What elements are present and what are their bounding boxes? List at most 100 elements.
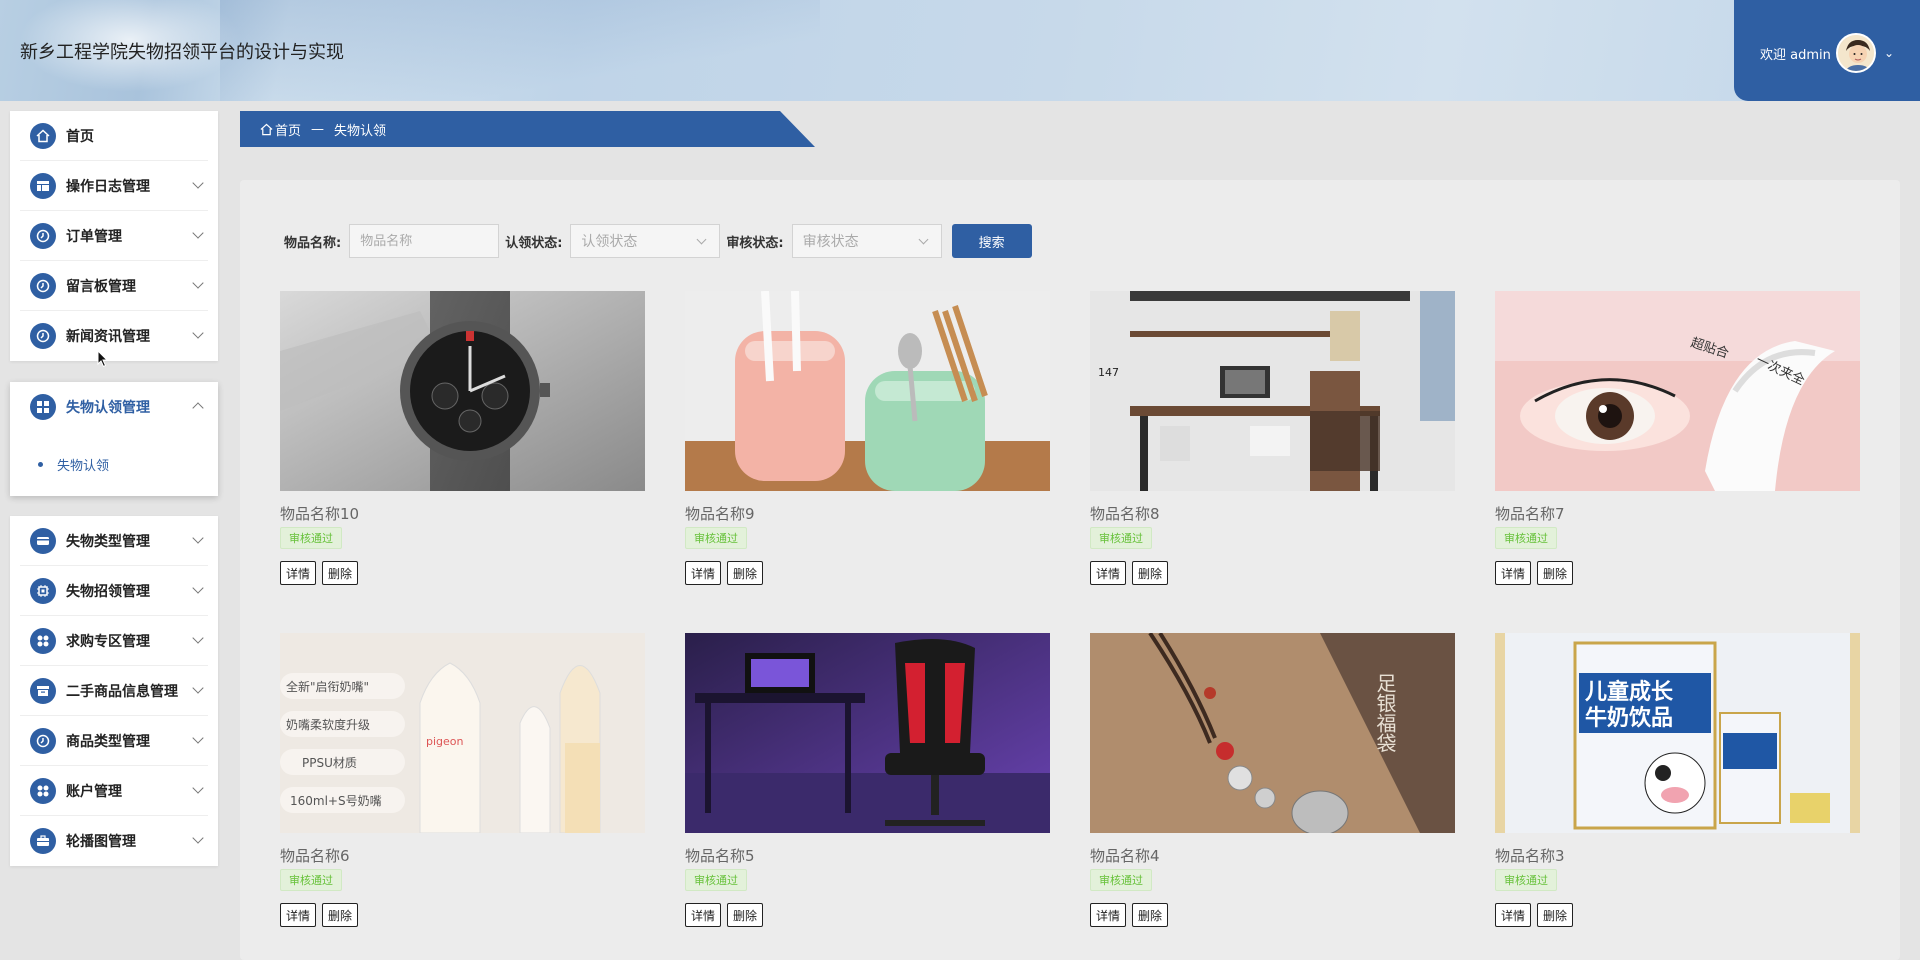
- item-name-input[interactable]: [349, 224, 500, 258]
- item-name: 物品名称4: [1090, 847, 1160, 865]
- chevron-down-icon: [192, 227, 204, 239]
- delete-button[interactable]: 删除: [1537, 561, 1574, 585]
- item-image-desk[interactable]: 147: [1090, 291, 1455, 491]
- sidebar-item-news[interactable]: 新闻资讯管理: [20, 311, 208, 361]
- sidebar-item-claim-management[interactable]: 失物认领管理: [20, 382, 208, 432]
- item-image-milk-drink[interactable]: 儿童成长 牛奶饮品: [1495, 633, 1860, 833]
- item-card[interactable]: 足银福袋 物品名称4 审核通过 详情 删除: [1090, 633, 1455, 933]
- detail-button[interactable]: 详情: [1495, 561, 1532, 585]
- content-panel: 物品名称: 认领状态: 认领状态 审核状态: 审核状态 搜索: [240, 180, 1900, 960]
- sidebar-item-operation-log[interactable]: 操作日志管理: [20, 161, 208, 211]
- item-card[interactable]: 全新"启衔奶嘴" 奶嘴柔软度升级 PPSU材质 160ml+S号奶嘴 pigeo…: [280, 633, 645, 933]
- sidebar-item-orders[interactable]: 订单管理: [20, 211, 208, 261]
- sidebar-item-carousel[interactable]: 轮播图管理: [20, 816, 208, 866]
- delete-button[interactable]: 删除: [727, 561, 764, 585]
- detail-button[interactable]: 详情: [1090, 903, 1127, 927]
- chevron-down-icon[interactable]: ⌄: [1884, 46, 1894, 60]
- item-card[interactable]: 儿童成长 牛奶饮品 物品名称3 审核通过 详情 删除: [1495, 633, 1860, 933]
- sidebar-item-home[interactable]: 首页: [20, 111, 208, 161]
- sidebar-group-3: 失物类型管理 失物招领管理 求购专区管理 二手商品信息管理 商品类型管理 账户管: [10, 516, 218, 866]
- sidebar-item-lost-found[interactable]: 失物招领管理: [20, 566, 208, 616]
- audit-status-select[interactable]: 审核状态: [791, 224, 942, 258]
- audit-status-placeholder: 审核状态: [802, 234, 859, 250]
- chevron-down-icon: [192, 782, 204, 794]
- item-actions: 详情 删除: [685, 903, 1050, 927]
- status-badge: 审核通过: [280, 869, 342, 891]
- chevron-down-icon: [192, 682, 204, 694]
- top-header: 新乡工程学院失物招领平台的设计与实现 欢迎 admin ⌄: [0, 0, 1920, 101]
- sidebar-item-label: 求购专区管理: [66, 633, 150, 650]
- detail-button[interactable]: 详情: [1090, 561, 1127, 585]
- item-name: 物品名称5: [685, 847, 755, 865]
- status-badge: 审核通过: [685, 869, 747, 891]
- chevron-down-icon: [192, 582, 204, 594]
- item-name: 物品名称9: [685, 505, 755, 523]
- box-icon: [30, 677, 56, 704]
- sidebar-item-label: 轮播图管理: [66, 834, 136, 850]
- item-image-pendant[interactable]: 足银福袋: [1090, 633, 1455, 833]
- clock-icon: [30, 272, 56, 299]
- delete-button[interactable]: 删除: [1537, 903, 1574, 927]
- search-bar: 物品名称: 认领状态: 认领状态 审核状态: 审核状态 搜索: [284, 224, 1032, 258]
- sidebar-item-accounts[interactable]: 账户管理: [20, 766, 208, 816]
- chip-icon: [30, 577, 56, 604]
- toolbox-icon: [30, 828, 56, 854]
- detail-button[interactable]: 详情: [280, 561, 317, 585]
- sidebar-item-goods-type[interactable]: 商品类型管理: [20, 716, 208, 766]
- sidebar-item-secondhand[interactable]: 二手商品信息管理: [20, 666, 208, 716]
- sidebar-item-message-board[interactable]: 留言板管理: [20, 261, 208, 311]
- bottle-text-3: PPSU材质: [302, 756, 357, 770]
- sidebar-item-label: 商品类型管理: [66, 733, 150, 750]
- breadcrumb-home[interactable]: 首页: [275, 120, 301, 139]
- detail-button[interactable]: 详情: [1495, 903, 1532, 927]
- item-actions: 详情 删除: [1090, 561, 1455, 585]
- detail-button[interactable]: 详情: [685, 903, 722, 927]
- chevron-down-icon: [192, 832, 204, 844]
- sidebar-item-label: 新闻资讯管理: [66, 329, 150, 345]
- search-button[interactable]: 搜索: [951, 224, 1032, 258]
- item-image-gaming-chair[interactable]: [685, 633, 1050, 833]
- item-card[interactable]: 物品名称10 审核通过 详情 删除: [280, 291, 645, 591]
- detail-button[interactable]: 详情: [685, 561, 722, 585]
- item-card[interactable]: 147 物品名称8 审核通过 详情 删除: [1090, 291, 1455, 591]
- item-image-baby-bottles[interactable]: 全新"启衔奶嘴" 奶嘴柔软度升级 PPSU材质 160ml+S号奶嘴 pigeo…: [280, 633, 645, 833]
- milk-text-1: 儿童成长: [1584, 679, 1674, 705]
- sidebar-subitem-claim[interactable]: 失物认领: [10, 444, 218, 484]
- sidebar-item-label: 失物招领管理: [66, 583, 150, 600]
- item-image-utensil-holder[interactable]: [685, 291, 1050, 491]
- table-icon: [30, 172, 56, 199]
- detail-button[interactable]: 详情: [280, 903, 317, 927]
- chevron-down-icon: [192, 732, 204, 744]
- item-actions: 详情 删除: [685, 561, 1050, 585]
- site-title: 新乡工程学院失物招领平台的设计与实现: [20, 42, 344, 63]
- item-card[interactable]: 超贴合 一次夹全 物品名称7 审核通过 详情 删除: [1495, 291, 1860, 591]
- breadcrumb-separator: —: [311, 121, 325, 137]
- item-card[interactable]: 物品名称5 审核通过 详情 删除: [685, 633, 1050, 933]
- audit-status-label: 审核状态:: [726, 235, 784, 251]
- claim-status-placeholder: 认领状态: [581, 234, 638, 250]
- status-badge: 审核通过: [1495, 527, 1557, 549]
- sidebar-item-wanted[interactable]: 求购专区管理: [20, 616, 208, 666]
- delete-button[interactable]: 删除: [322, 903, 359, 927]
- item-card[interactable]: 物品名称9 审核通过 详情 删除: [685, 291, 1050, 591]
- claim-status-select[interactable]: 认领状态: [570, 224, 721, 258]
- status-badge: 审核通过: [1090, 869, 1152, 891]
- delete-button[interactable]: 删除: [1132, 561, 1169, 585]
- avatar[interactable]: [1836, 33, 1876, 73]
- item-image-eyelash-curler[interactable]: 超贴合 一次夹全: [1495, 291, 1860, 491]
- item-actions: 详情 删除: [280, 561, 645, 585]
- sidebar-item-lost-type[interactable]: 失物类型管理: [20, 516, 208, 566]
- status-badge: 审核通过: [280, 527, 342, 549]
- sidebar-item-label: 操作日志管理: [66, 178, 150, 195]
- item-name-label: 物品名称:: [284, 235, 342, 251]
- item-image-wristwatch[interactable]: [280, 291, 645, 491]
- delete-button[interactable]: 删除: [727, 903, 764, 927]
- delete-button[interactable]: 删除: [322, 561, 359, 585]
- bullet-icon: [38, 461, 43, 467]
- user-menu[interactable]: 欢迎 admin ⌄: [1734, 0, 1920, 101]
- chevron-down-icon: [192, 532, 204, 544]
- chevron-up-icon: [192, 402, 204, 414]
- item-actions: 详情 删除: [1495, 561, 1860, 585]
- delete-button[interactable]: 删除: [1132, 903, 1169, 927]
- sidebar-item-label: 失物认领管理: [66, 400, 150, 416]
